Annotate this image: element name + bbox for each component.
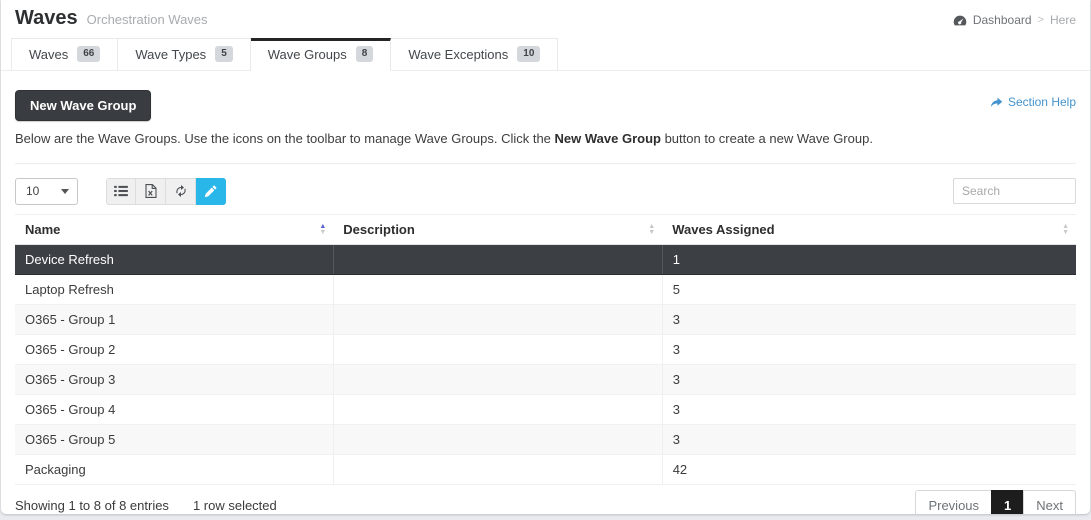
table-row[interactable]: O365 - Group 1 3 (15, 304, 1076, 335)
rows-selected-label: 1 row selected (192, 497, 277, 513)
table-row[interactable]: Laptop Refresh 5 (15, 274, 1076, 305)
showing-entries-label: Showing 1 to 8 of 8 entries (15, 497, 169, 513)
cell-name: O365 - Group 3 (15, 364, 334, 395)
cell-description (333, 454, 663, 485)
refresh-button[interactable] (166, 177, 196, 205)
page-size-select[interactable]: 10 (15, 177, 78, 205)
cell-name: O365 - Group 4 (15, 394, 334, 425)
search-input[interactable] (953, 178, 1076, 204)
column-label: Name (25, 222, 61, 237)
table-body: Device Refresh 1 Laptop Refresh 5 O365 - Gro… (15, 244, 1076, 485)
page-title: Waves (15, 7, 78, 29)
new-wave-group-button[interactable]: New Wave Group (15, 90, 152, 121)
cell-name: O365 - Group 1 (15, 304, 334, 335)
cell-description (333, 304, 663, 335)
tab-count-badge: 5 (215, 46, 233, 62)
list-view-icon (114, 185, 128, 197)
tab-wave-types[interactable]: Wave Types 5 (118, 38, 251, 71)
tab-waves[interactable]: Waves 66 (11, 38, 119, 71)
table-row[interactable]: O365 - Group 3 3 (15, 364, 1076, 395)
column-header-description[interactable]: Description ▲ ▼ (333, 214, 663, 245)
sort-arrows-icon: ▲ ▼ (1062, 222, 1069, 236)
column-label: Waves Assigned (672, 222, 775, 237)
table-row[interactable]: Packaging 42 (15, 454, 1076, 485)
breadcrumb-home[interactable]: Dashboard (973, 13, 1032, 27)
dashboard-icon (953, 14, 967, 27)
cell-description (333, 424, 663, 455)
refresh-icon (174, 184, 188, 198)
cell-waves-assigned: 3 (662, 424, 1076, 455)
cell-name: Packaging (15, 454, 334, 485)
forward-arrow-icon (990, 97, 1003, 108)
excel-export-icon (144, 184, 157, 198)
cell-description (333, 334, 663, 365)
section-description: Below are the Wave Groups. Use the icons… (15, 131, 873, 146)
cell-waves-assigned: 5 (662, 274, 1076, 305)
next-page-button[interactable]: Next (1023, 490, 1076, 514)
cell-waves-assigned: 3 (662, 364, 1076, 395)
tab-bar: Waves 66 Wave Types 5 Wave Groups 8 Wave Excep… (1, 38, 1090, 71)
excel-export-button[interactable] (136, 177, 166, 205)
column-header-waves-assigned[interactable]: Waves Assigned ▲ ▼ (662, 214, 1076, 245)
main-panel: Waves Orchestration Waves Dashboard > He… (1, 0, 1090, 514)
page-subtitle: Orchestration Waves (86, 12, 208, 27)
pagination: Previous 1 Next (915, 490, 1076, 514)
tab-label: Wave Types (135, 46, 207, 62)
column-header-name[interactable]: Name ▲ ▼ (15, 214, 334, 245)
breadcrumb: Dashboard > Here (953, 7, 1076, 27)
divider (15, 163, 1076, 164)
page-header: Waves Orchestration Waves Dashboard > He… (1, 0, 1090, 34)
cell-description (333, 274, 663, 305)
cell-waves-assigned: 1 (662, 244, 1076, 275)
table-footer: Showing 1 to 8 of 8 entries 1 row select… (15, 490, 1076, 514)
cell-name: Laptop Refresh (15, 274, 334, 305)
toolbar-button-group (106, 177, 226, 205)
breadcrumb-current: Here (1049, 13, 1076, 27)
list-view-button[interactable] (106, 177, 136, 205)
table-row[interactable]: O365 - Group 4 3 (15, 394, 1076, 425)
wave-groups-table: Name ▲ ▼ Description ▲ ▼ Waves Assigned ▲ ▼ Devi… (15, 214, 1076, 485)
page-number-button[interactable]: 1 (991, 490, 1025, 514)
table-row[interactable]: O365 - Group 5 3 (15, 424, 1076, 455)
edit-pencil-icon (204, 185, 217, 198)
table-header-row: Name ▲ ▼ Description ▲ ▼ Waves Assigned ▲ ▼ (15, 214, 1076, 245)
cell-waves-assigned: 42 (662, 454, 1076, 485)
previous-page-button[interactable]: Previous (915, 490, 993, 514)
sort-arrows-icon: ▲ ▼ (319, 222, 327, 236)
edit-button[interactable] (196, 177, 226, 205)
table-toolbar: 10 (15, 177, 1076, 205)
cell-description (333, 244, 663, 275)
table-row[interactable]: Device Refresh 1 (15, 244, 1076, 275)
cell-description (333, 364, 663, 395)
cell-waves-assigned: 3 (662, 334, 1076, 365)
section-help-link[interactable]: Section Help (990, 90, 1076, 109)
tab-count-badge: 66 (77, 46, 101, 62)
cell-waves-assigned: 3 (662, 394, 1076, 425)
tab-label: Wave Exceptions (408, 46, 509, 62)
breadcrumb-separator: > (1037, 14, 1044, 26)
sort-arrows-icon: ▲ ▼ (648, 222, 656, 236)
cell-name: O365 - Group 2 (15, 334, 334, 365)
cell-waves-assigned: 3 (662, 304, 1076, 335)
tab-wave-groups[interactable]: Wave Groups 8 (250, 38, 392, 71)
tab-wave-exceptions[interactable]: Wave Exceptions 10 (391, 38, 559, 71)
table-row[interactable]: O365 - Group 2 3 (15, 334, 1076, 365)
tab-label: Waves (29, 46, 69, 62)
tab-count-badge: 10 (517, 46, 541, 62)
cell-name: Device Refresh (15, 244, 334, 275)
tab-label: Wave Groups (267, 46, 347, 62)
tab-count-badge: 8 (355, 46, 374, 62)
cell-name: O365 - Group 5 (15, 424, 334, 455)
column-label: Description (343, 222, 415, 237)
cell-description (333, 394, 663, 425)
